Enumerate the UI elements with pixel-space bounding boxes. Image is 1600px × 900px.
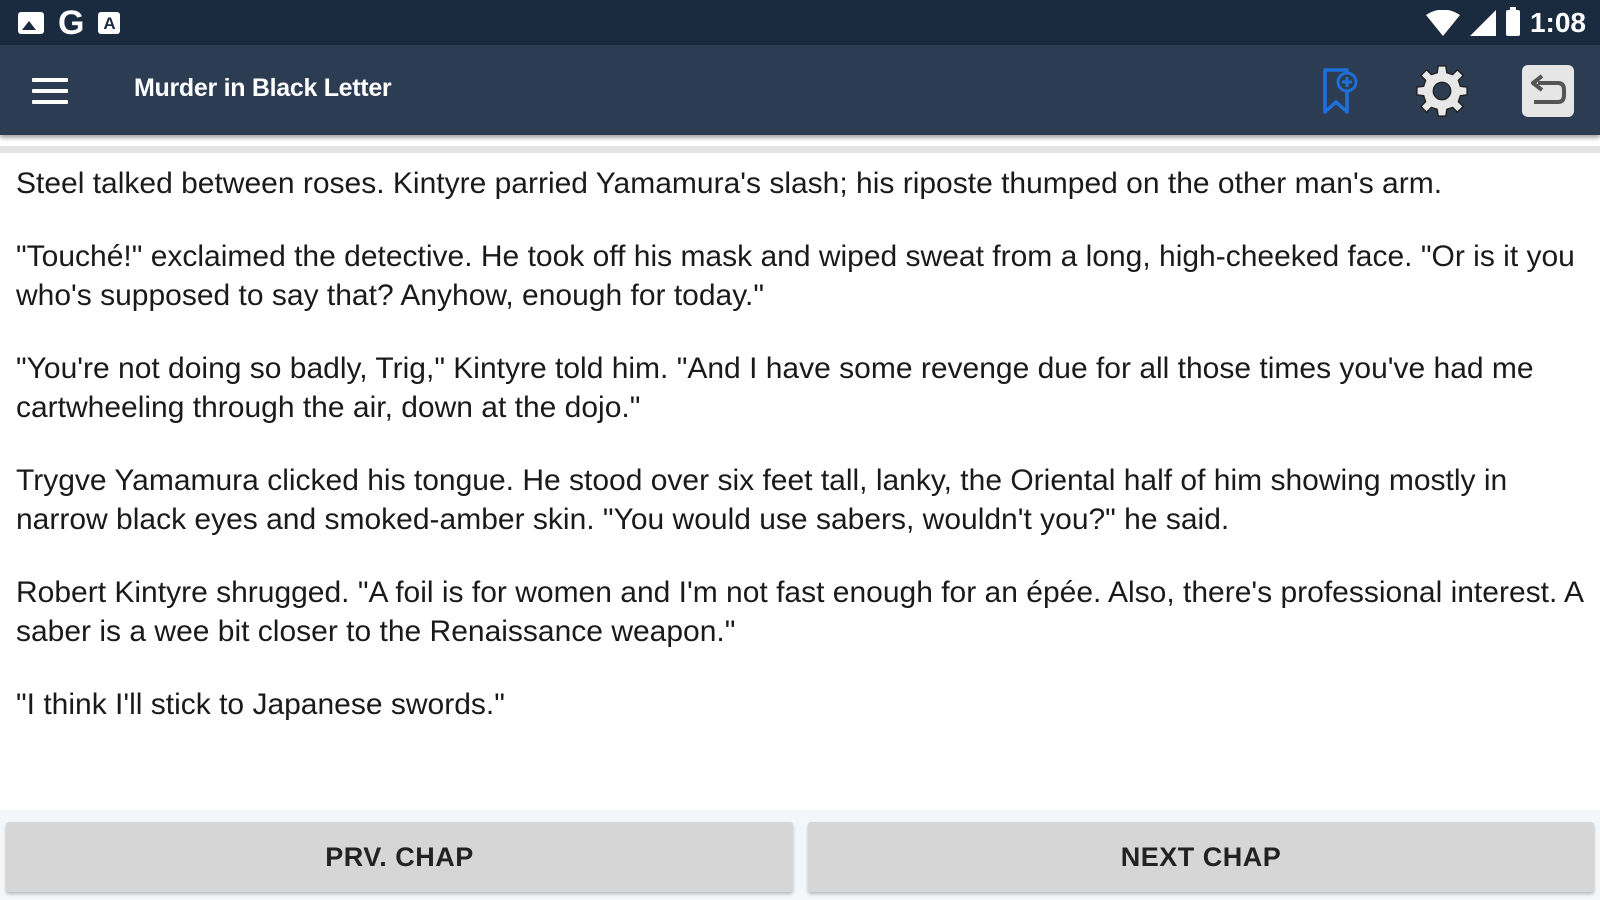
font-icon: A	[98, 12, 121, 34]
next-chapter-button[interactable]: NEXT CHAP	[808, 822, 1594, 892]
return-button[interactable]	[1520, 63, 1576, 119]
google-icon: G	[58, 4, 85, 42]
paragraph: Steel talked between roses. Kintyre parr…	[16, 167, 1443, 200]
chapter-navigation-bar: PRV. CHAP NEXT CHAP	[0, 810, 1600, 900]
paragraph: "Touché!" exclaimed the detective. He to…	[16, 240, 1575, 312]
settings-button[interactable]	[1414, 63, 1470, 119]
status-bar: G A 1:08	[0, 0, 1600, 45]
battery-icon	[1505, 7, 1520, 36]
signal-icon	[1469, 10, 1496, 36]
bookmark-add-icon	[1323, 68, 1358, 114]
status-right-icons: 1:08	[1425, 4, 1586, 42]
app-toolbar: Murder in Black Letter	[0, 45, 1600, 135]
clock-time: 1:08	[1529, 7, 1586, 38]
return-button-box	[1522, 65, 1574, 117]
paragraph: Trygve Yamamura clicked his tongue. He s…	[16, 464, 1508, 536]
return-icon	[1531, 74, 1566, 104]
paragraph: "I think I'll stick to Japanese swords."	[16, 688, 505, 721]
hamburger-menu-icon[interactable]	[30, 73, 70, 107]
book-title: Murder in Black Letter	[134, 74, 392, 102]
bookmark-add-button[interactable]	[1311, 63, 1367, 119]
previous-chapter-button[interactable]: PRV. CHAP	[6, 822, 793, 892]
image-icon	[18, 12, 44, 34]
wifi-icon	[1425, 10, 1460, 36]
paragraph: "You're not doing so badly, Trig," Kinty…	[16, 352, 1534, 424]
status-left-icons: G A	[18, 4, 121, 42]
chapter-text: Steel talked between roses. Kintyre parr…	[16, 164, 1586, 758]
toolbar-divider	[0, 146, 1600, 153]
paragraph: Robert Kintyre shrugged. "A foil is for …	[16, 576, 1583, 648]
gear-icon	[1416, 65, 1468, 117]
